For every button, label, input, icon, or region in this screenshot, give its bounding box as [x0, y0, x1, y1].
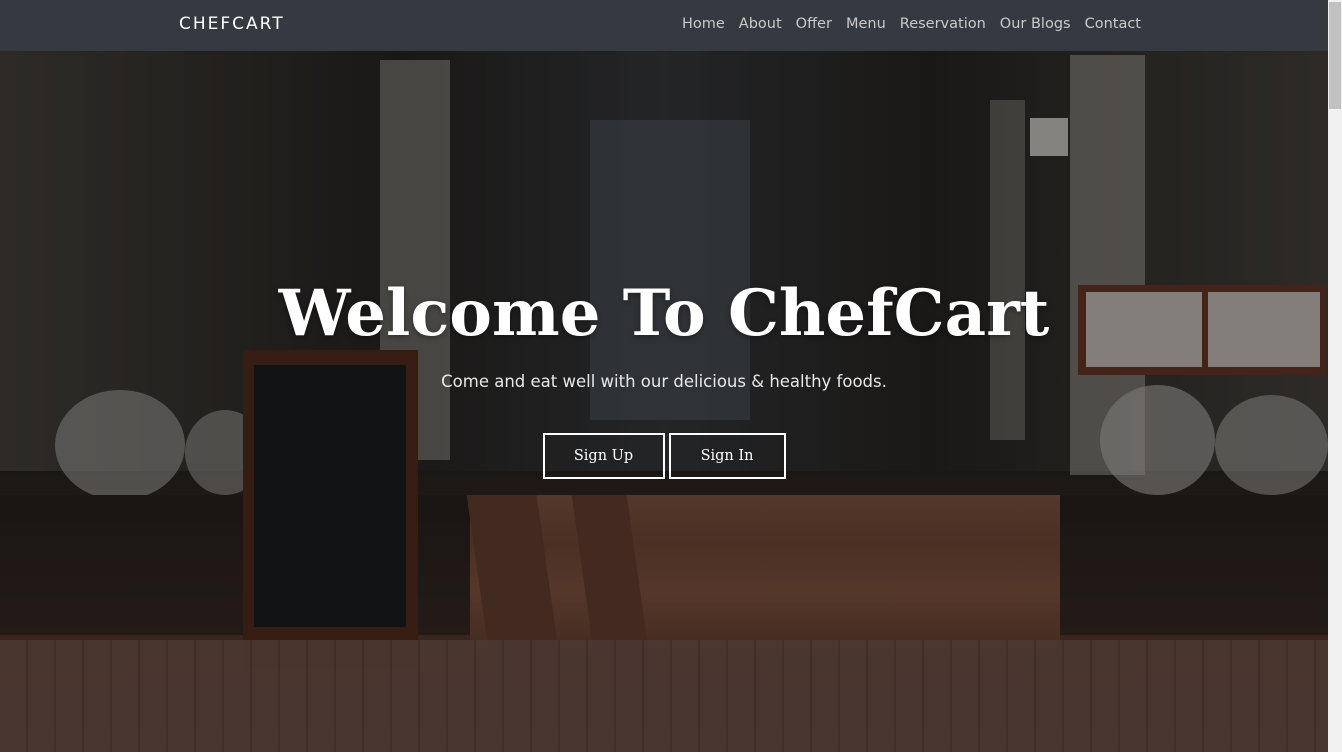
nav-link-about[interactable]: About	[739, 16, 782, 32]
sign-in-button[interactable]: Sign In	[668, 433, 786, 479]
nav-links: Home About Offer Menu Reservation Our Bl…	[682, 16, 1141, 32]
hero-title: Welcome To ChefCart	[278, 276, 1050, 351]
nav-link-menu[interactable]: Menu	[846, 16, 886, 32]
nav-link-offer[interactable]: Offer	[796, 16, 832, 32]
sign-up-button[interactable]: Sign Up	[542, 433, 665, 479]
hero-content: Welcome To ChefCart Come and eat well wi…	[0, 270, 1328, 479]
nav-link-our-blogs[interactable]: Our Blogs	[1000, 16, 1071, 32]
nav-link-reservation[interactable]: Reservation	[900, 16, 986, 32]
scrollbar-thumb[interactable]	[1329, 2, 1341, 109]
vertical-scrollbar[interactable]	[1328, 0, 1342, 752]
brand-logo[interactable]: CHEFCART	[179, 14, 285, 34]
top-navbar: CHEFCART Home About Offer Menu Reservati…	[0, 0, 1328, 51]
nav-link-contact[interactable]: Contact	[1085, 16, 1141, 32]
hero-buttons: Sign Up Sign In	[0, 433, 1328, 479]
hero-subtitle: Come and eat well with our delicious & h…	[441, 372, 887, 391]
nav-link-home[interactable]: Home	[682, 16, 725, 32]
